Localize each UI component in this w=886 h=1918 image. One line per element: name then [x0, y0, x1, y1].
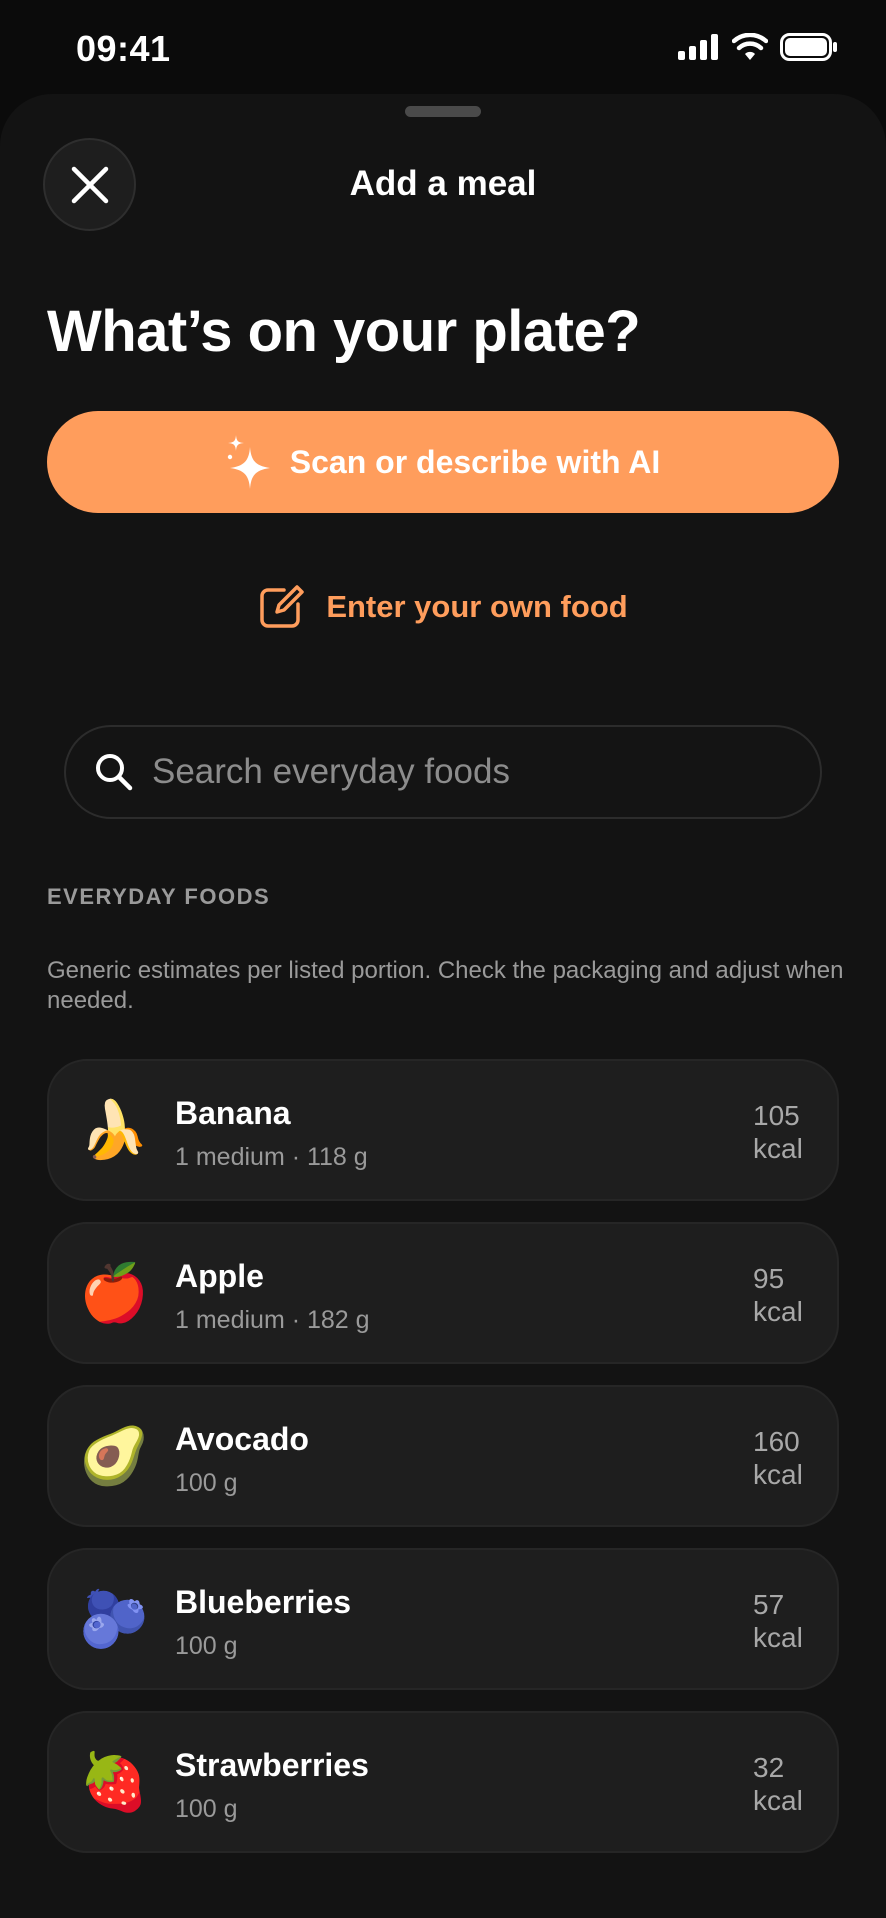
status-time: 09:41: [76, 28, 171, 69]
food-name: Blueberries: [175, 1584, 352, 1620]
wifi-icon: [732, 33, 768, 60]
calorie-value: 57: [753, 1589, 785, 1620]
food-item-banana[interactable]: 🍌 Banana 1 medium · 118 g 105 kcal: [47, 1059, 839, 1201]
search-bar[interactable]: [64, 725, 822, 819]
food-list: 🍌 Banana 1 medium · 118 g 105 kcal 🍎 App…: [47, 1059, 839, 1874]
search-input[interactable]: [152, 752, 792, 792]
food-item-apple[interactable]: 🍎 Apple 1 medium · 182 g 95 kcal: [47, 1222, 839, 1364]
food-name: Banana: [175, 1095, 291, 1131]
food-portion: 1 medium · 118 g: [175, 1143, 368, 1171]
calorie-unit: kcal: [753, 1785, 803, 1816]
food-name: Strawberries: [175, 1747, 369, 1783]
food-item-avocado[interactable]: 🥑 Avocado 100 g 160 kcal: [47, 1385, 839, 1527]
strawberry-icon: 🍓: [79, 1750, 149, 1813]
food-item-blueberries[interactable]: 🫐 Blueberries 100 g 57 kcal: [47, 1548, 839, 1690]
calorie-value: 95: [753, 1263, 785, 1294]
status-bar: 09:41: [0, 0, 886, 96]
cellular-signal-icon: [678, 34, 718, 60]
blueberries-icon: 🫐: [79, 1587, 149, 1650]
enter-own-food-button[interactable]: Enter your own food: [0, 584, 886, 630]
avocado-icon: 🥑: [79, 1424, 149, 1487]
sparkles-icon: [227, 435, 270, 489]
food-name: Apple: [175, 1258, 264, 1294]
food-name: Avocado: [175, 1421, 309, 1457]
apple-icon: 🍎: [79, 1261, 149, 1324]
battery-icon: [780, 33, 837, 61]
food-calories: 160 kcal: [753, 1425, 807, 1491]
food-portion: 100 g: [175, 1632, 238, 1660]
banana-icon: 🍌: [79, 1098, 149, 1161]
scan-with-ai-label: Scan or describe with AI: [289, 443, 661, 480]
section-note: Generic estimates per listed portion. Ch…: [47, 957, 844, 1014]
food-calories: 32 kcal: [753, 1751, 807, 1817]
calorie-unit: kcal: [753, 1459, 803, 1490]
calorie-unit: kcal: [753, 1296, 803, 1327]
calorie-value: 105: [753, 1100, 800, 1131]
edit-icon: [260, 585, 305, 628]
enter-own-food-label: Enter your own food: [326, 589, 628, 624]
food-item-strawberries[interactable]: 🍓 Strawberries 100 g 32 kcal: [47, 1711, 839, 1853]
calorie-value: 160: [753, 1426, 800, 1457]
food-calories: 95 kcal: [753, 1262, 807, 1328]
search-icon: [96, 754, 133, 791]
food-portion: 100 g: [175, 1795, 238, 1823]
food-portion: 100 g: [175, 1469, 238, 1497]
calorie-unit: kcal: [753, 1133, 803, 1164]
scan-with-ai-button[interactable]: Scan or describe with AI: [47, 411, 839, 513]
sheet-grabber[interactable]: [405, 106, 481, 117]
status-icons: [678, 33, 838, 61]
calorie-unit: kcal: [753, 1622, 803, 1653]
page-headline: What’s on your plate?: [47, 299, 641, 364]
sheet-title: Add a meal: [349, 164, 537, 203]
section-label: EVERYDAY FOODS: [47, 884, 271, 909]
calorie-value: 32: [753, 1752, 785, 1783]
add-meal-sheet: Add a meal What’s on your plate? Scan or…: [0, 94, 886, 1918]
food-calories: 57 kcal: [753, 1588, 807, 1654]
food-calories: 105 kcal: [753, 1099, 807, 1165]
food-portion: 1 medium · 182 g: [175, 1306, 370, 1334]
